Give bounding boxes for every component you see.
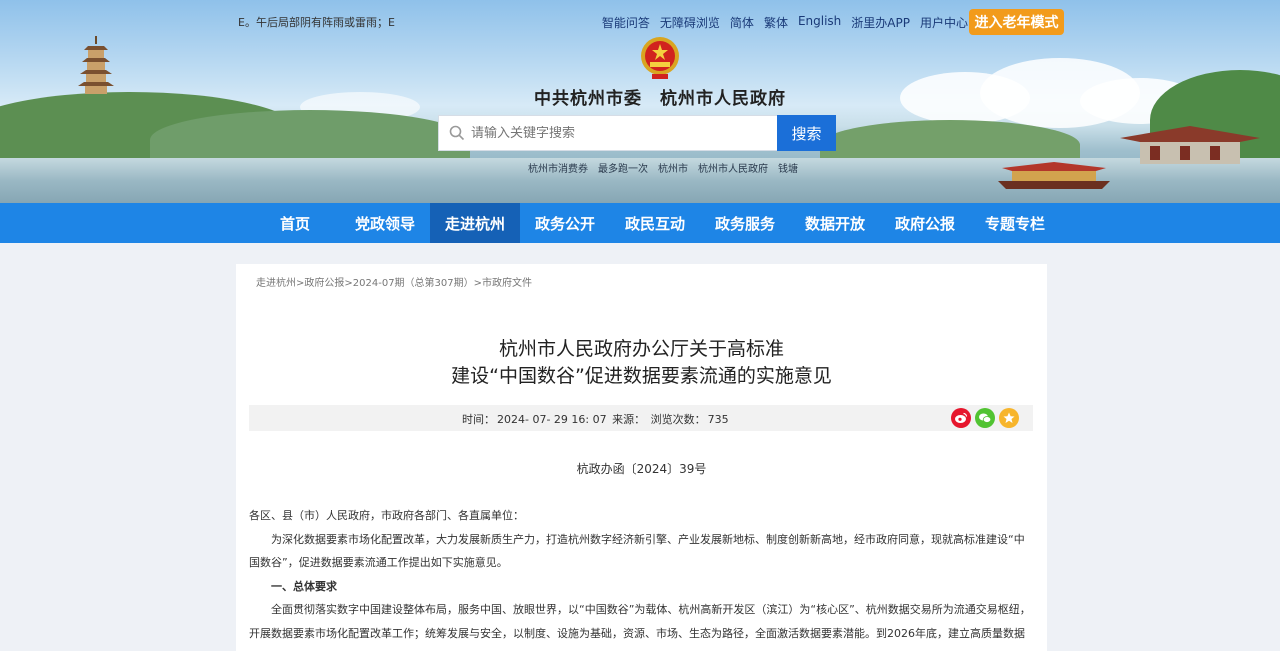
article-title-line: 杭州市人民政府办公厅关于高标准	[498, 338, 784, 360]
national-emblem-icon	[641, 37, 679, 79]
paragraph: 为深化数据要素市场化配置改革，大力发展新质生产力，打造杭州数字经济新引擎、产业发…	[249, 532, 1025, 570]
article-title: 杭州市人民政府办公厅关于高标准 建设“中国数谷”促进数据要素流通的实施意见	[236, 336, 1047, 390]
search-box	[438, 115, 778, 151]
top-link-ai-qa[interactable]: 智能问答	[602, 14, 650, 31]
top-link-traditional[interactable]: 繁体	[764, 14, 788, 31]
wechat-icon[interactable]	[975, 408, 995, 428]
views-label: 浏览次数：	[650, 413, 706, 426]
article-body: 各区、县（市）人民政府，市政府各部门、各直属单位： 为深化数据要素市场化配置改革…	[249, 504, 1033, 645]
hot-word[interactable]: 钱塘	[778, 160, 798, 175]
breadcrumb-item[interactable]: >政府公报	[296, 278, 344, 289]
search-button[interactable]: 搜索	[777, 115, 836, 151]
source-label: 来源：	[612, 413, 646, 426]
article-meta-bar: 时间： 2024- 07- 29 16: 07 来源： 浏览次数： 735	[249, 405, 1033, 431]
boat-icon	[998, 162, 1110, 189]
search-input[interactable]	[471, 125, 761, 141]
main-nav: 首页 党政领导 走进杭州 政务公开 政民互动 政务服务 数据开放 政府公报 专题…	[0, 203, 1280, 243]
favorite-icon[interactable]	[999, 408, 1019, 428]
time-value: 2024- 07- 29 16: 07	[497, 413, 607, 426]
article-meta: 时间： 2024- 07- 29 16: 07 来源： 浏览次数： 735	[462, 411, 731, 427]
nav-item-open-data[interactable]: 数据开放	[790, 203, 880, 243]
header-banner: E。午后局部阴有阵雨或雷雨；E 智能问答 无障碍浏览 简体 繁体 English…	[0, 0, 1280, 203]
top-links: 智能问答 无障碍浏览 简体 繁体 English 浙里办APP 用户中心	[602, 14, 968, 31]
paragraph: 全面贯彻落实数字中国建设整体布局，服务中国、放眼世界，以“中国数谷”为载体、杭州…	[249, 603, 1031, 640]
top-link-accessibility[interactable]: 无障碍浏览	[660, 14, 720, 31]
top-link-user-center[interactable]: 用户中心	[920, 14, 968, 31]
document-number: 杭政办函〔2024〕39号	[576, 462, 707, 476]
hot-word[interactable]: 杭州市人民政府	[698, 160, 768, 175]
nav-item-home[interactable]: 首页	[250, 203, 340, 243]
section-heading: 一、总体要求	[271, 579, 337, 593]
hot-word[interactable]: 杭州市消费券	[528, 160, 588, 175]
article-container: 走进杭州>政府公报>2024-07期（总第307期）>市政府文件 杭州市人民政府…	[236, 264, 1047, 651]
article-title-line: 建设“中国数谷”促进数据要素流通的实施意见	[451, 365, 832, 387]
nav-item-topics[interactable]: 专题专栏	[970, 203, 1060, 243]
views-value: 735	[707, 413, 729, 426]
pagoda-icon	[78, 36, 114, 94]
elder-mode-button[interactable]: 进入老年模式	[969, 9, 1064, 35]
nav-item-services[interactable]: 政务服务	[700, 203, 790, 243]
pavilion-icon	[1120, 126, 1260, 164]
nav-item-leaders[interactable]: 党政领导	[340, 203, 430, 243]
hot-word[interactable]: 最多跑一次	[598, 160, 648, 175]
hot-words: 杭州市消费券 最多跑一次 杭州市 杭州市人民政府 钱塘	[528, 160, 798, 175]
hot-word[interactable]: 杭州市	[658, 160, 688, 175]
top-link-english[interactable]: English	[798, 14, 841, 31]
breadcrumb: 走进杭州>政府公报>2024-07期（总第307期）>市政府文件	[256, 274, 532, 289]
top-link-simplified[interactable]: 简体	[730, 14, 754, 31]
search-icon	[449, 125, 465, 141]
time-label: 时间：	[462, 413, 495, 426]
breadcrumb-item[interactable]: >2024-07期（总第307期）	[344, 278, 473, 289]
nav-item-about-hangzhou[interactable]: 走进杭州	[430, 203, 520, 243]
top-link-app[interactable]: 浙里办APP	[851, 14, 910, 31]
nav-item-gov-info[interactable]: 政务公开	[520, 203, 610, 243]
nav-item-gazette[interactable]: 政府公报	[880, 203, 970, 243]
breadcrumb-item[interactable]: >市政府文件	[474, 278, 532, 289]
weather-ticker: E。午后局部阴有阵雨或雷雨；E	[238, 16, 395, 29]
nav-item-interaction[interactable]: 政民互动	[610, 203, 700, 243]
breadcrumb-item[interactable]: 走进杭州	[256, 278, 296, 289]
site-title: 中共杭州市委 杭州市人民政府	[534, 89, 786, 109]
salutation: 各区、县（市）人民政府，市政府各部门、各直属单位：	[249, 509, 524, 522]
weibo-icon[interactable]	[951, 408, 971, 428]
